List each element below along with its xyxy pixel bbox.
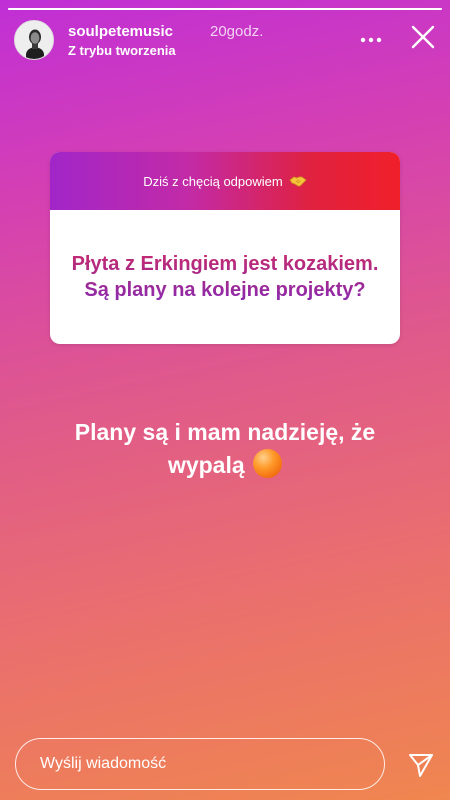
story-progress-bar — [8, 8, 442, 10]
more-options-icon[interactable] — [356, 30, 386, 50]
story-header: soulpetemusic 20godz. Z trybu tworzenia — [14, 18, 436, 62]
send-icon[interactable] — [407, 751, 435, 779]
username[interactable]: soulpetemusic — [68, 23, 173, 40]
question-sticker: Dziś z chęcią odpowiem Płyta z Erkingiem… — [50, 152, 400, 344]
question-sticker-header-label: Dziś z chęcią odpowiem — [143, 173, 283, 189]
close-icon[interactable] — [410, 24, 436, 50]
avatar-image — [15, 21, 53, 59]
story-subtitle[interactable]: Z trybu tworzenia — [68, 43, 176, 58]
orange-circle-icon — [253, 448, 283, 478]
avatar[interactable] — [14, 20, 54, 60]
answer-text-block: Plany są i mam nadzieję, że wypalą — [40, 416, 410, 481]
answer-text: Plany są i mam nadzieję, że wypalą — [74, 419, 376, 478]
question-text: Płyta z Erkingiem jest kozakiem. Są plan… — [71, 253, 379, 301]
question-sticker-header: Dziś z chęcią odpowiem — [50, 152, 400, 210]
send-message-input[interactable] — [15, 738, 385, 790]
post-time: 20godz. — [210, 23, 264, 40]
story-progress-fill — [8, 8, 442, 10]
story-footer — [15, 738, 435, 790]
question-sticker-body: Płyta z Erkingiem jest kozakiem. Są plan… — [50, 210, 400, 344]
handshake-icon — [289, 176, 307, 187]
